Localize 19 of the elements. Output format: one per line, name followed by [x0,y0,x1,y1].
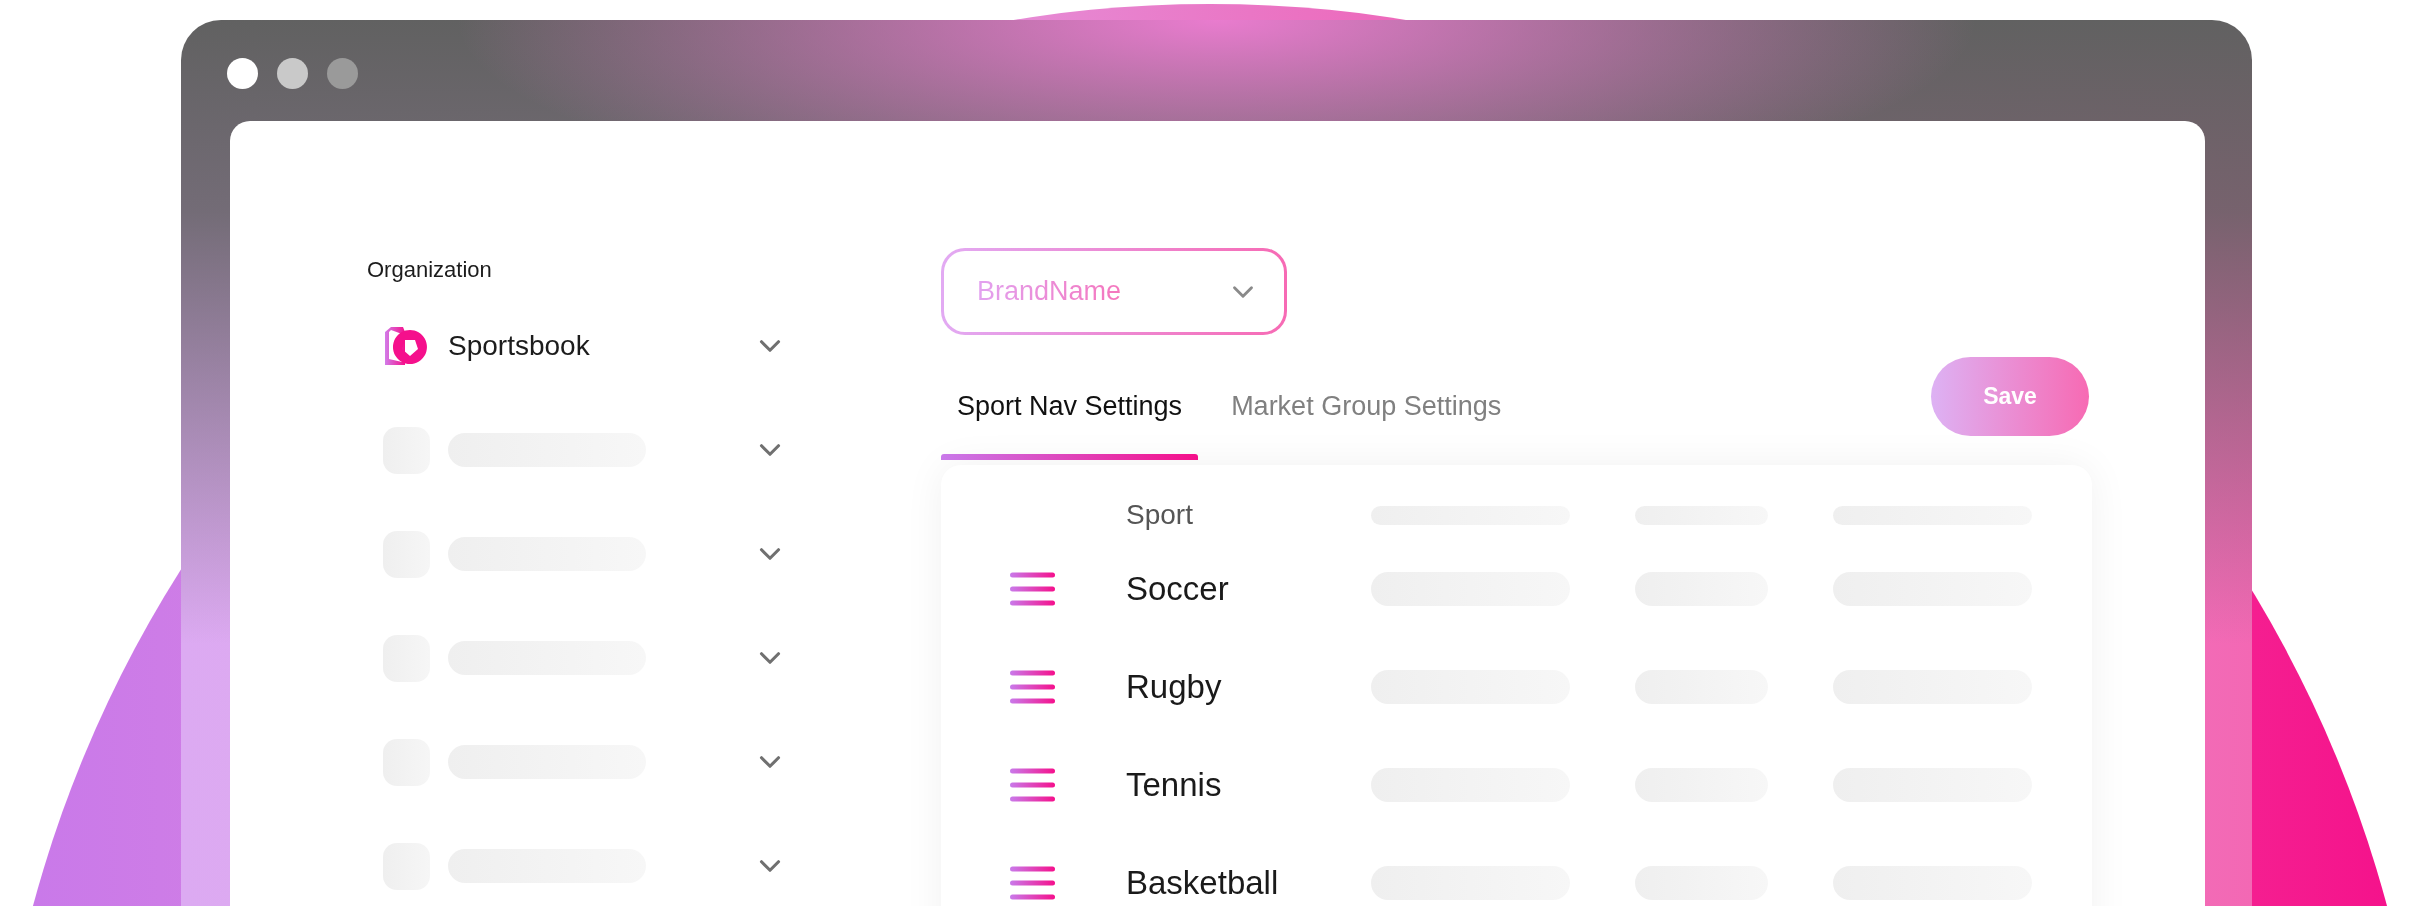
drag-handle-icon[interactable] [1010,572,1055,606]
window-dot-icon [277,58,308,89]
tab[interactable]: Sport Nav Settings [941,357,1199,460]
sport-name: Soccer [1126,570,1229,608]
brand-select[interactable]: BrandName [941,248,1287,335]
book-ball-icon [383,326,430,366]
sport-name: Basketball [1126,864,1279,902]
sidebar-item[interactable]: Sportsbook [367,294,787,398]
sport-name: Tennis [1126,766,1222,804]
sport-name: Rugby [1126,668,1222,706]
drag-handle-icon[interactable] [1010,866,1055,900]
column-header: Sport [1126,499,1193,531]
drag-handle-icon[interactable] [1010,670,1055,704]
drag-handle-icon[interactable] [1010,768,1055,802]
save-button[interactable]: Save [1931,357,2089,436]
sidebar-heading: Organization [367,256,492,284]
tab[interactable]: Market Group Settings [1215,357,1518,460]
window-dot-icon [327,58,358,89]
window-dot-icon [227,58,258,89]
